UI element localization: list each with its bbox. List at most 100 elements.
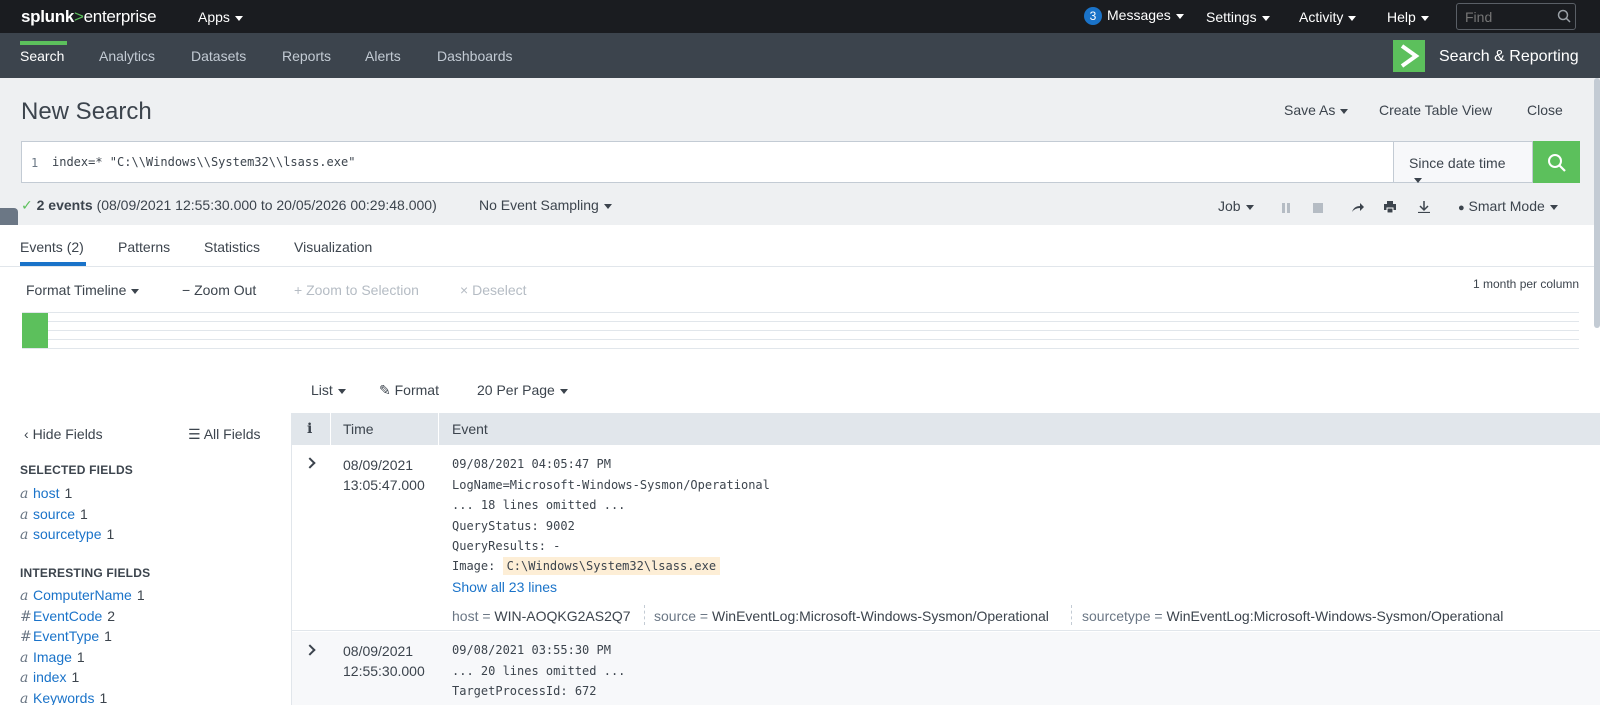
hide-fields-button[interactable]: ‹ Hide Fields <box>24 426 103 442</box>
search-query-input[interactable]: 1 index=* "C:\\Windows\\System32\\lsass.… <box>21 141 1394 183</box>
meta-label: host = <box>452 608 495 624</box>
format-button[interactable]: ✎ Format <box>379 382 439 399</box>
search-mode-menu[interactable]: ● Smart Mode <box>1458 198 1558 214</box>
event-line: QueryResults: - <box>452 539 561 553</box>
app-bar: Search Analytics Datasets Reports Alerts… <box>0 33 1600 78</box>
pencil-icon: ✎ <box>379 382 391 398</box>
query-text[interactable]: index=* "C:\\Windows\\System32\\lsass.ex… <box>52 155 355 169</box>
tab-statistics[interactable]: Statistics <box>204 239 260 255</box>
field-name: sourcetype <box>33 526 102 542</box>
chevron-down-icon <box>1549 204 1558 210</box>
deselect-button[interactable]: × Deselect <box>460 282 527 298</box>
format-timeline-menu[interactable]: Format Timeline <box>26 282 140 298</box>
search-button[interactable] <box>1533 141 1580 183</box>
print-icon[interactable] <box>1384 200 1396 216</box>
selected-fields-heading: SELECTED FIELDS <box>20 463 134 477</box>
save-as-button[interactable]: Save As <box>1284 102 1349 118</box>
tab-analytics[interactable]: Analytics <box>99 48 155 64</box>
event-date: 08/09/2021 <box>343 457 414 473</box>
create-table-view-button[interactable]: Create Table View <box>1379 102 1492 118</box>
timeline-bar[interactable] <box>22 313 48 348</box>
event-timestamp: 12:55:30.000 <box>343 663 425 679</box>
fields-sidebar: ‹ Hide Fields ☰ All Fields SELECTED FIEL… <box>0 413 292 705</box>
search-status: ✓ 2 events (08/09/2021 12:55:30.000 to 2… <box>21 197 437 214</box>
event-date: 08/09/2021 <box>343 643 414 659</box>
apps-menu[interactable]: Apps <box>198 9 243 25</box>
app-logo-icon <box>1393 40 1425 72</box>
tab-events[interactable]: Events (2) <box>20 239 84 255</box>
event-line: LogName=Microsoft-Windows-Sysmon/Operati… <box>452 478 770 492</box>
field-computername[interactable]: a ComputerName 1 <box>20 587 145 604</box>
export-icon[interactable] <box>1418 200 1430 216</box>
logo-sub-text: enterprise <box>83 7 157 26</box>
line-number: 1 <box>31 156 39 170</box>
activity-menu[interactable]: Activity <box>1299 9 1357 25</box>
deselect-label: Deselect <box>472 282 527 298</box>
check-icon: ✓ <box>21 197 33 213</box>
share-icon[interactable] <box>1351 200 1364 216</box>
tab-reports[interactable]: Reports <box>282 48 331 64</box>
bulb-icon: ● <box>1458 202 1465 214</box>
meta-divider <box>1071 605 1072 625</box>
event-line: ... 20 lines omitted ... <box>452 664 626 678</box>
field-sourcetype[interactable]: a sourcetype 1 <box>20 526 114 543</box>
tab-visualization[interactable]: Visualization <box>294 239 372 255</box>
show-all-lines-link[interactable]: Show all 23 lines <box>452 579 557 595</box>
tab-datasets[interactable]: Datasets <box>191 48 246 64</box>
timeline-chart[interactable] <box>22 312 1579 349</box>
field-type-icon: # <box>20 629 32 645</box>
tab-alerts[interactable]: Alerts <box>365 48 401 64</box>
per-page-menu[interactable]: 20 Per Page <box>477 382 568 398</box>
chevron-down-icon <box>131 288 140 294</box>
messages-menu[interactable]: 3 Messages <box>1084 7 1184 25</box>
close-button[interactable]: Close <box>1527 102 1563 118</box>
meta-host[interactable]: host = WIN-AOQKG2AS2Q7 <box>452 608 631 624</box>
zoom-to-selection-button[interactable]: + Zoom to Selection <box>294 282 419 298</box>
page-scrollbar[interactable] <box>1594 78 1600 328</box>
time-column-header[interactable]: Time <box>343 421 374 437</box>
chevron-down-icon <box>559 388 568 394</box>
stop-icon[interactable] <box>1313 200 1323 216</box>
help-menu[interactable]: Help <box>1387 9 1429 25</box>
tab-dashboards[interactable]: Dashboards <box>437 48 513 64</box>
field-eventcode[interactable]: #EventCode 2 <box>20 608 115 625</box>
field-type-icon: a <box>20 588 29 604</box>
field-host[interactable]: a host 1 <box>20 485 72 502</box>
field-name: Image <box>33 649 72 665</box>
field-keywords[interactable]: a Keywords 1 <box>20 690 107 705</box>
table-row: 08/09/2021 12:55:30.000 09/08/2021 03:55… <box>292 632 1600 705</box>
field-name: index <box>33 669 67 685</box>
event-line: QueryStatus: 9002 <box>452 519 575 533</box>
chevron-down-icon <box>603 203 612 209</box>
event-sampling-menu[interactable]: No Event Sampling <box>479 197 612 213</box>
meta-source[interactable]: source = WinEventLog:Microsoft-Windows-S… <box>654 608 1049 624</box>
column-divider <box>330 413 331 445</box>
field-source[interactable]: a source 1 <box>20 506 88 523</box>
pause-icon[interactable] <box>1281 200 1291 216</box>
field-image[interactable]: a Image 1 <box>20 649 85 666</box>
zoom-out-button[interactable]: − Zoom Out <box>182 282 256 298</box>
field-type-icon: a <box>20 507 29 523</box>
settings-menu[interactable]: Settings <box>1206 9 1270 25</box>
job-menu[interactable]: Job <box>1218 198 1254 214</box>
time-range-picker[interactable]: Since date time <box>1393 141 1533 183</box>
meta-sourcetype[interactable]: sourcetype = WinEventLog:Microsoft-Windo… <box>1082 608 1503 624</box>
chevron-down-icon <box>337 388 346 394</box>
table-row: 08/09/2021 13:05:47.000 09/08/2021 04:05… <box>292 445 1600 631</box>
search-icon[interactable] <box>1557 9 1571 23</box>
field-count: 1 <box>71 669 80 685</box>
chevron-right-icon[interactable] <box>304 457 316 469</box>
settings-label: Settings <box>1206 9 1257 25</box>
field-index[interactable]: a index 1 <box>20 669 79 686</box>
tab-patterns[interactable]: Patterns <box>118 239 170 255</box>
highlighted-match[interactable]: C:\Windows\System32\lsass.exe <box>502 557 721 575</box>
meta-divider <box>644 605 645 625</box>
chevron-right-icon[interactable] <box>304 644 316 656</box>
all-fields-button[interactable]: ☰ All Fields <box>188 426 260 443</box>
splunk-logo[interactable]: splunk>enterprise <box>21 7 157 27</box>
field-type-icon: a <box>20 486 29 502</box>
list-view-menu[interactable]: List <box>311 382 346 398</box>
app-title[interactable]: Search & Reporting <box>1439 48 1579 66</box>
tab-search[interactable]: Search <box>20 48 64 64</box>
field-eventtype[interactable]: #EventType 1 <box>20 628 112 645</box>
